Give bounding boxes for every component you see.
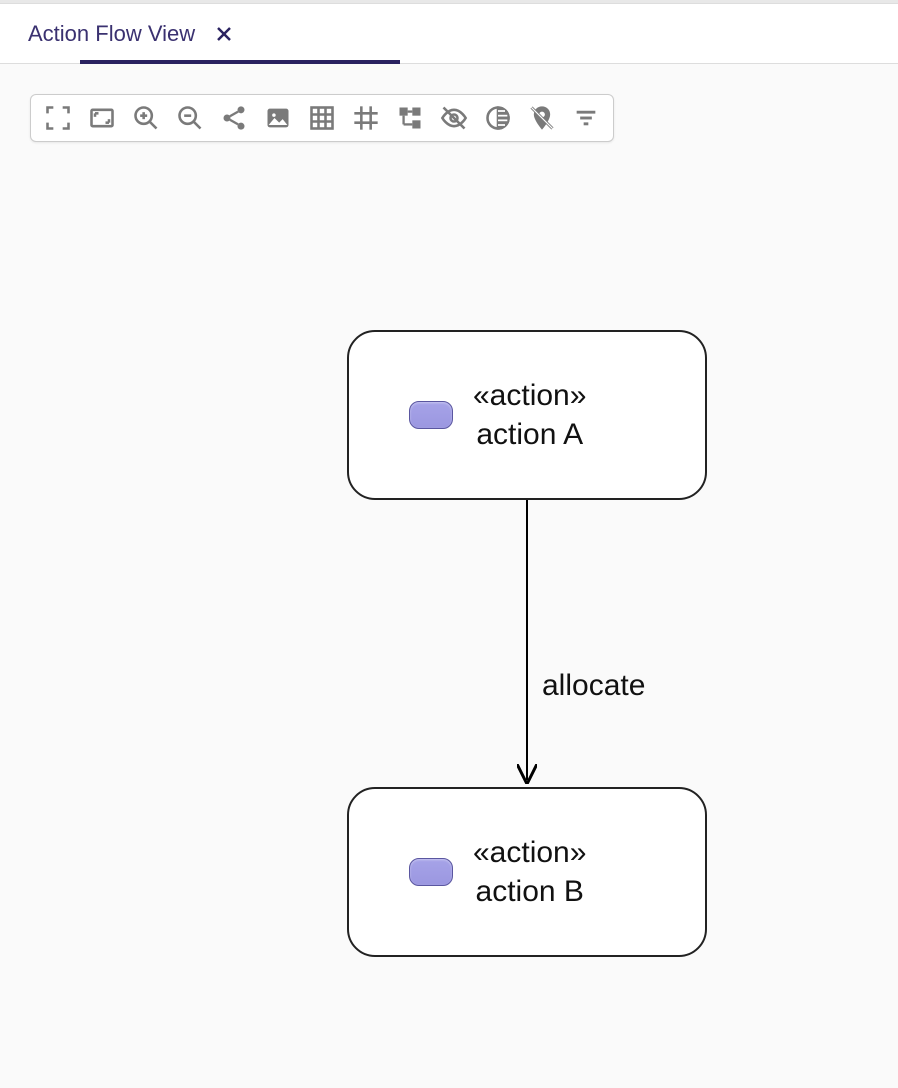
diagram-canvas[interactable]: «action» action A «action» action B allo…: [0, 142, 898, 1080]
node-action-b[interactable]: «action» action B: [347, 787, 707, 957]
node-stereotype: «action»: [473, 833, 586, 872]
edge-label-allocate[interactable]: allocate: [542, 669, 645, 703]
action-node-icon: [409, 401, 453, 429]
toolbar: [30, 94, 614, 142]
contrast-icon[interactable]: [483, 103, 513, 133]
node-text: «action» action B: [473, 833, 586, 911]
hierarchy-icon[interactable]: [395, 103, 425, 133]
share-icon[interactable]: [219, 103, 249, 133]
node-action-a[interactable]: «action» action A: [347, 330, 707, 500]
snap-grid-icon[interactable]: [351, 103, 381, 133]
node-text: «action» action A: [473, 376, 586, 454]
resize-icon[interactable]: [87, 103, 117, 133]
hide-icon[interactable]: [439, 103, 469, 133]
close-icon[interactable]: [215, 25, 233, 43]
tab-bar: Action Flow View: [0, 4, 898, 64]
action-node-icon: [409, 858, 453, 886]
node-stereotype: «action»: [473, 376, 586, 415]
zoom-in-icon[interactable]: [131, 103, 161, 133]
node-name: action A: [476, 415, 583, 454]
filter-icon[interactable]: [571, 103, 601, 133]
tab-label: Action Flow View: [28, 21, 195, 47]
grid-icon[interactable]: [307, 103, 337, 133]
tab-action-flow-view[interactable]: Action Flow View: [0, 4, 253, 63]
image-icon[interactable]: [263, 103, 293, 133]
fit-to-screen-icon[interactable]: [43, 103, 73, 133]
zoom-out-icon[interactable]: [175, 103, 205, 133]
location-off-icon[interactable]: [527, 103, 557, 133]
node-name: action B: [476, 872, 584, 911]
